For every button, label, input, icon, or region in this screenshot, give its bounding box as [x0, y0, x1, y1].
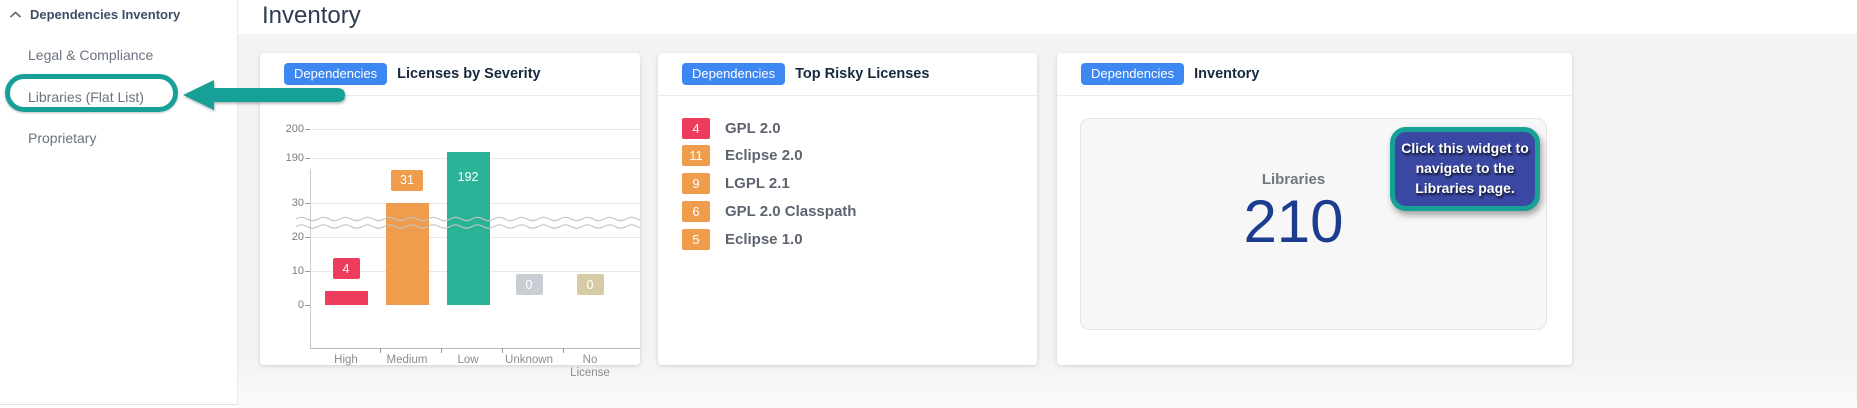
- x-category-label: Unknown: [497, 354, 561, 367]
- license-count-badge: 6: [682, 201, 710, 222]
- y-axis-line: [310, 169, 311, 348]
- license-count-badge: 11: [682, 145, 710, 166]
- x-axis-line: [310, 348, 640, 349]
- sidebar-item-legal-compliance[interactable]: Legal & Compliance: [28, 47, 153, 63]
- list-item-gpl-2-0-classpath[interactable]: 6 GPL 2.0 Classpath: [682, 200, 856, 222]
- x-tick-mark: [502, 348, 503, 353]
- y-tick-label: 200: [260, 123, 304, 135]
- widget-title: Top Risky Licenses: [795, 66, 929, 82]
- license-name: Eclipse 1.0: [725, 231, 803, 248]
- chevron-up-icon: [10, 11, 21, 18]
- sidebar: Dependencies Inventory Legal & Complianc…: [0, 0, 238, 405]
- x-tick-mark: [380, 348, 381, 353]
- x-category-label: No License: [565, 354, 615, 380]
- y-tick-label: 0: [260, 299, 304, 311]
- widget-title: Licenses by Severity: [397, 66, 540, 82]
- list-item-gpl-2-0[interactable]: 4 GPL 2.0: [682, 117, 781, 139]
- bar-value-label: 31: [391, 170, 423, 191]
- list-item-eclipse-1-0[interactable]: 5 Eclipse 1.0: [682, 228, 803, 250]
- gridline: [311, 129, 640, 130]
- y-tick-mark: [305, 129, 310, 130]
- bar-value-label: 0: [577, 274, 604, 295]
- x-category-label: Medium: [375, 354, 439, 367]
- sidebar-group-label: Dependencies Inventory: [30, 7, 180, 22]
- page-title: Inventory: [262, 2, 361, 30]
- license-count-badge: 5: [682, 229, 710, 250]
- widget-header: Dependencies Top Risky Licenses: [658, 53, 1037, 96]
- license-count-badge: 4: [682, 118, 710, 139]
- sidebar-group-dependencies-inventory[interactable]: Dependencies Inventory: [10, 7, 180, 22]
- license-name: Eclipse 2.0: [725, 147, 803, 164]
- dependencies-badge: Dependencies: [682, 63, 785, 85]
- y-tick-label: 10: [260, 265, 304, 277]
- sidebar-item-proprietary[interactable]: Proprietary: [28, 130, 96, 146]
- license-name: GPL 2.0: [725, 120, 781, 137]
- dependencies-badge: Dependencies: [1081, 63, 1184, 85]
- bar-value-label: 192: [448, 166, 489, 187]
- x-category-label: High: [314, 354, 378, 367]
- bar-high: [325, 291, 368, 305]
- widget-inventory[interactable]: Dependencies Inventory Libraries 210 Cli…: [1057, 53, 1572, 365]
- annotation-tooltip: Click this widget to navigate to the Lib…: [1390, 127, 1540, 211]
- license-count-badge: 9: [682, 173, 710, 194]
- widget-top-risky-licenses[interactable]: Dependencies Top Risky Licenses 4 GPL 2.0…: [658, 53, 1037, 365]
- annotation-ellipse: [5, 74, 178, 112]
- annotation-arrow-icon: [183, 77, 347, 113]
- x-category-label: Low: [436, 354, 500, 367]
- y-tick-label: 190: [260, 152, 304, 164]
- license-name: GPL 2.0 Classpath: [725, 203, 856, 220]
- license-name: LGPL 2.1: [725, 175, 790, 192]
- list-item-lgpl-2-1[interactable]: 9 LGPL 2.1: [682, 173, 790, 195]
- bar-value-label: 4: [333, 258, 360, 279]
- axis-break-squiggle-icon: [296, 214, 640, 234]
- widget-header: Dependencies Inventory: [1057, 53, 1572, 96]
- widget-title: Inventory: [1194, 66, 1259, 82]
- severity-chart: 01020301902004High31Medium192Low0Unknown…: [260, 96, 640, 365]
- y-tick-mark: [305, 158, 310, 159]
- y-tick-label: 30: [260, 197, 304, 209]
- x-tick-mark: [441, 348, 442, 353]
- x-tick-mark: [563, 348, 564, 353]
- list-item-eclipse-2-0[interactable]: 11 Eclipse 2.0: [682, 145, 803, 167]
- bar-value-label: 0: [516, 274, 543, 295]
